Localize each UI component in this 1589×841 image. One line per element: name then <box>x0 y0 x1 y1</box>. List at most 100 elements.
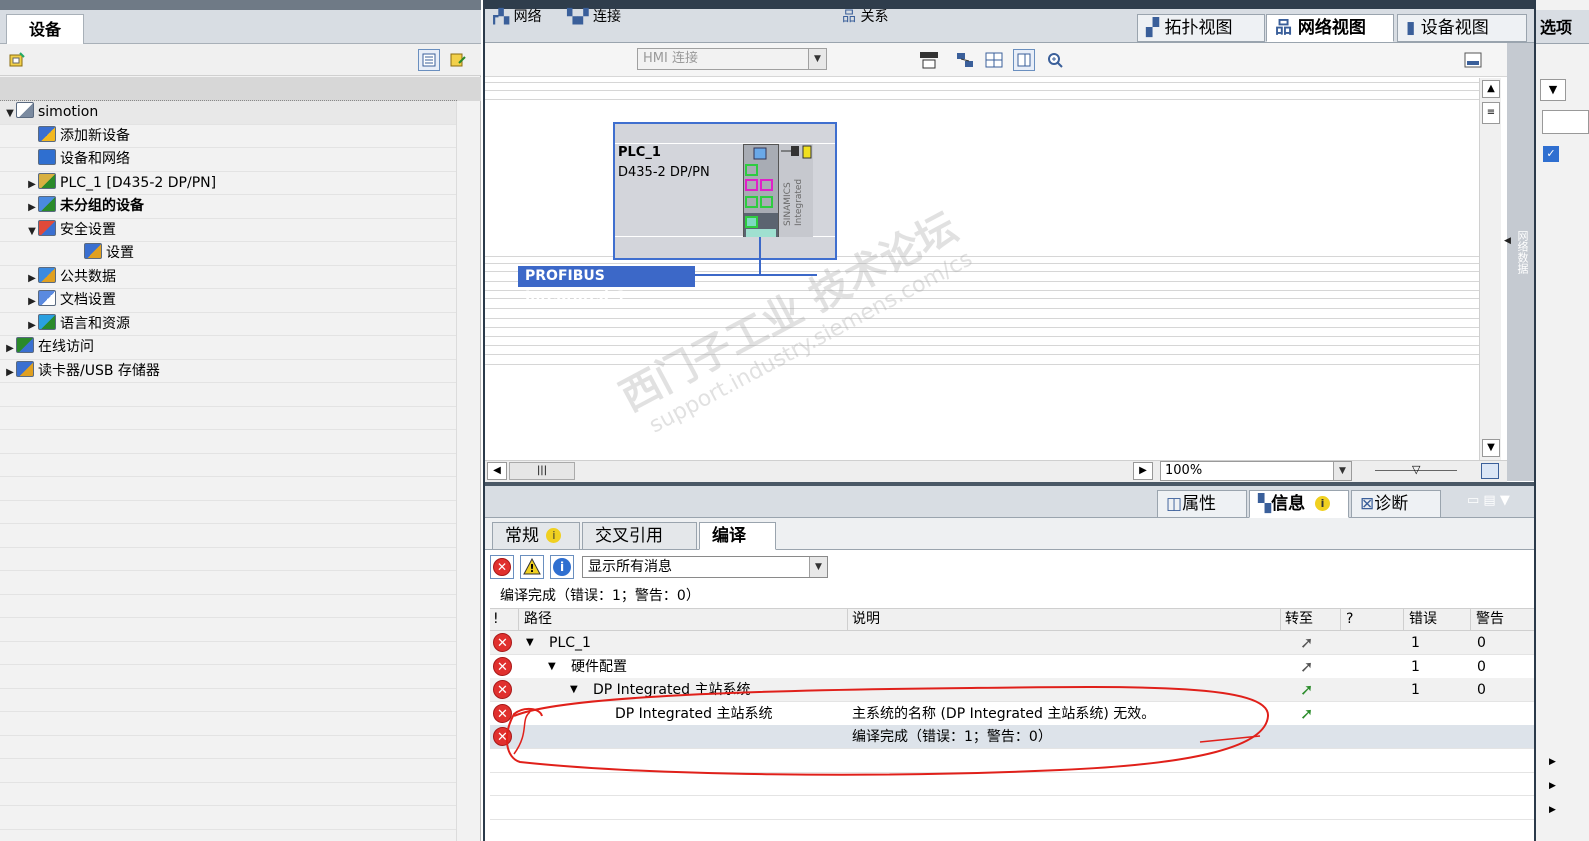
details-view-icon[interactable] <box>418 49 440 71</box>
filter-info-button[interactable]: i <box>550 555 574 579</box>
collapsed-arrow-icon[interactable]: ▶ <box>26 173 38 196</box>
col-errors[interactable]: 错误 <box>1409 608 1437 631</box>
zoom-value: 100% <box>1165 463 1203 478</box>
project-properties-icon[interactable] <box>6 49 28 71</box>
tab-properties[interactable]: ◫属性 <box>1157 490 1247 518</box>
options-collapse-icon[interactable]: ▼ <box>1540 79 1566 101</box>
profibus-label[interactable]: PROFIBUS Integrated_1 <box>518 266 695 305</box>
col-bang[interactable]: ! <box>493 608 499 631</box>
catalog-expand-icon-2[interactable]: ▶ <box>1549 781 1556 791</box>
tree-item[interactable]: ▶ 公共数据 <box>0 266 456 289</box>
tree-row-divider <box>0 429 456 430</box>
scroll-down-icon[interactable]: ▼ <box>1482 439 1500 457</box>
tree-item[interactable]: ▶ 语言和资源 <box>0 313 456 336</box>
network-overview-icon[interactable] <box>954 49 976 71</box>
goto-arrow-icon[interactable]: ➚ <box>1300 678 1313 702</box>
tree-item[interactable]: ▶ 读卡器/USB 存储器 <box>0 360 456 383</box>
goto-arrow-icon[interactable]: ➚ <box>1300 655 1313 679</box>
tab-network-view[interactable]: 品 网络视图 <box>1266 14 1394 42</box>
zoom-select[interactable]: 100% ▼ <box>1160 461 1352 481</box>
project-tree-header-strip <box>0 77 481 101</box>
table-row[interactable] <box>490 655 1534 679</box>
import-export-icon[interactable] <box>447 49 469 71</box>
chevron-down-icon[interactable]: ▼ <box>808 49 826 69</box>
error-icon: ✕ <box>493 633 512 652</box>
zoom-dropdown-icon[interactable]: ▼ <box>1333 462 1351 480</box>
subtab-compile[interactable]: 编译 <box>699 522 776 550</box>
sidebar-collapse-icon[interactable]: ◀ <box>1504 236 1511 246</box>
filter-errors-button[interactable]: ✕ <box>490 555 514 579</box>
catalog-expand-icon[interactable]: ▶ <box>1549 757 1556 767</box>
goto-arrow-icon[interactable]: ➚ <box>1300 631 1313 655</box>
connections-mode-button[interactable]: ▚▞ 连接 <box>567 6 621 28</box>
sinamics-card[interactable]: SINAMICS Integrated <box>778 144 813 237</box>
languages-icon <box>38 313 56 330</box>
tab-device-view[interactable]: ▮ 设备视图 <box>1397 14 1527 42</box>
tab-info[interactable]: ▚信息 i <box>1249 490 1349 518</box>
goto-arrow-icon[interactable]: ➚ <box>1300 702 1313 726</box>
profibus-line[interactable] <box>695 274 817 276</box>
expanded-arrow-icon[interactable]: ▼ <box>4 102 16 125</box>
network-data-label[interactable]: 网络数据 <box>1510 230 1530 274</box>
col-goto[interactable]: 转至 <box>1285 608 1313 631</box>
bus-drop-line <box>759 237 761 275</box>
col-description[interactable]: 说明 <box>852 608 880 631</box>
add-device-icon <box>38 125 56 142</box>
col-path[interactable]: 路径 <box>524 608 552 631</box>
tree-item[interactable]: ▶ 文档设置 <box>0 289 456 312</box>
options-search-field[interactable] <box>1542 110 1589 134</box>
tab-diagnostics[interactable]: ⊠诊断 <box>1351 490 1441 518</box>
collapsed-arrow-icon[interactable]: ▶ <box>26 314 38 337</box>
tree-item[interactable]: ▼ 安全设置 <box>0 219 456 242</box>
expanded-arrow-icon[interactable]: ▼ <box>548 655 556 679</box>
tree-item[interactable]: ▶ 在线访问 <box>0 336 456 359</box>
zoom-slider-handle[interactable]: ▽ <box>1412 463 1420 476</box>
tab-topology-view[interactable]: ▞ 拓扑视图 <box>1137 14 1265 42</box>
overview-panel-icon[interactable] <box>1462 49 1484 71</box>
tree-item[interactable]: 设置 <box>0 242 456 265</box>
zoom-icon[interactable]: ± <box>1046 49 1068 71</box>
relations-button[interactable]: 品 关系 <box>842 6 888 28</box>
tree-item[interactable]: ▶ PLC_1 [D435-2 DP/PN] <box>0 172 456 195</box>
collapsed-arrow-icon[interactable]: ▶ <box>26 196 38 219</box>
show-names-icon[interactable] <box>918 49 940 71</box>
expanded-arrow-icon[interactable]: ▼ <box>526 631 534 655</box>
grid-icon[interactable] <box>983 49 1005 71</box>
collapsed-arrow-icon[interactable]: ▶ <box>26 267 38 290</box>
canvas-vertical-scrollbar[interactable]: ▲ ≡ ▼ <box>1479 78 1501 460</box>
col-help[interactable]: ? <box>1346 608 1353 631</box>
expanded-arrow-icon[interactable]: ▼ <box>26 220 38 243</box>
scroll-up-icon[interactable]: ▲ <box>1482 80 1500 98</box>
filter-warnings-button[interactable]: ! <box>520 555 544 579</box>
inspector-window-controls-icon[interactable]: ▭ ▤ ▼ <box>1467 493 1510 508</box>
tree-item-label: simotion <box>38 104 99 120</box>
tree-row-divider <box>0 405 456 407</box>
catalog-expand-icon-3[interactable]: ▶ <box>1549 805 1556 815</box>
tree-item-label: 设置 <box>106 245 134 261</box>
scroll-right-icon[interactable]: ▶ <box>1133 462 1153 480</box>
table-row[interactable] <box>490 631 1534 655</box>
options-checkbox[interactable]: ✓ <box>1543 146 1559 162</box>
tree-item[interactable]: 设备和网络 <box>0 148 456 171</box>
collapsed-arrow-icon[interactable]: ▶ <box>26 290 38 313</box>
tree-item[interactable]: ▼ simotion <box>0 100 457 125</box>
scroll-thumb[interactable]: ≡ <box>1482 102 1500 124</box>
subtab-general[interactable]: 常规 i <box>492 522 580 550</box>
message-filter-dropdown-icon[interactable]: ▼ <box>809 557 827 577</box>
scroll-left-icon[interactable]: ◀ <box>487 462 507 480</box>
tree-row-divider <box>0 617 456 618</box>
collapsed-arrow-icon[interactable]: ▶ <box>4 337 16 360</box>
connection-type-select[interactable]: HMI 连接 ▼ <box>637 48 827 70</box>
network-mode-button[interactable]: ┏▚ 网络 <box>490 6 542 28</box>
col-warnings[interactable]: 警告 <box>1476 608 1504 631</box>
tree-item[interactable]: ▶ 未分组的设备 <box>0 195 456 218</box>
message-filter-select[interactable]: 显示所有消息 ▼ <box>582 556 828 578</box>
tree-item[interactable]: 添加新设备 <box>0 125 456 148</box>
tree-item-label: 添加新设备 <box>60 127 130 144</box>
fit-view-icon[interactable] <box>1481 463 1499 479</box>
horizontal-scroll-thumb[interactable]: ||| <box>509 462 575 480</box>
tab-devices[interactable]: 设备 <box>6 14 84 45</box>
collapsed-arrow-icon[interactable]: ▶ <box>4 361 16 384</box>
table-view-icon[interactable] <box>1013 49 1035 71</box>
subtab-cross-references[interactable]: 交叉引用 <box>582 522 697 550</box>
